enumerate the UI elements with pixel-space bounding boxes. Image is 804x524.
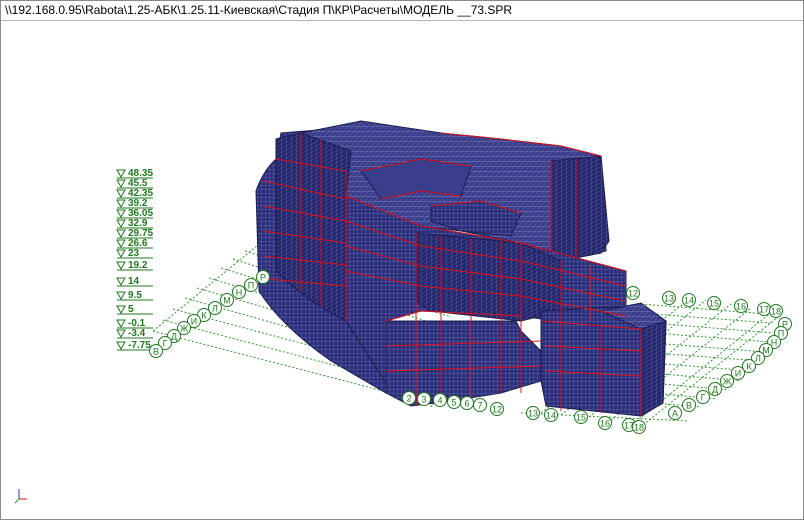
level-label: 5 xyxy=(128,304,134,315)
axis-number-top: 17 xyxy=(759,305,769,315)
model-scene[interactable]: 48.3545.542.3539.236.0532.929.7526.62319… xyxy=(1,21,803,519)
axis-letter-left: В xyxy=(153,347,159,357)
level-label: -3.4 xyxy=(128,328,146,339)
axis-number-front: 7 xyxy=(477,401,482,411)
axis-letter-left: Ж xyxy=(180,324,189,334)
axis-number-top: 12 xyxy=(628,289,638,299)
level-triangle-icon xyxy=(116,179,126,189)
axis-number-top: 13 xyxy=(664,294,674,304)
level-triangle-icon xyxy=(116,249,126,259)
axis-number-top: 14 xyxy=(684,296,694,306)
level-triangle-icon xyxy=(116,291,126,301)
axis-letter-right: И xyxy=(735,369,741,379)
axis-letter-left: Л xyxy=(212,304,218,314)
axis-number-front: 14 xyxy=(546,411,556,421)
axis-letter-left: М xyxy=(223,296,231,306)
axis-number-front: 6 xyxy=(464,399,469,409)
level-triangle-icon xyxy=(116,169,126,179)
building-model[interactable] xyxy=(255,120,668,417)
axis-letter-left: Д xyxy=(171,332,177,342)
axis-letter-right: Д xyxy=(712,385,718,395)
axis-number-top: 16 xyxy=(736,302,746,312)
axis-number-front: 15 xyxy=(576,413,586,423)
axis-number-front: 18 xyxy=(634,423,644,433)
axis-letter-left: Н xyxy=(236,288,243,298)
axis-letter-right: Ж xyxy=(723,377,732,387)
axis-number-front: 3 xyxy=(421,395,426,405)
level-triangle-icon xyxy=(116,319,126,329)
axis-letter-right: А xyxy=(672,409,678,419)
level-triangle-icon xyxy=(116,209,126,219)
axis-letter-left: И xyxy=(191,317,197,327)
axis-letter-left: К xyxy=(201,311,207,321)
level-triangle-icon xyxy=(116,189,126,199)
xyz-axis-triad-icon xyxy=(14,489,27,504)
level-label: 19.2 xyxy=(128,260,148,271)
axis-number-top: 15 xyxy=(709,299,719,309)
level-triangle-icon xyxy=(116,329,126,339)
axis-letter-left: Г xyxy=(163,339,168,349)
model-window: \\192.168.0.95\Rabota\1.25-АБК\1.25.11-К… xyxy=(0,0,804,520)
title-bar: \\192.168.0.95\Rabota\1.25-АБК\1.25.11-К… xyxy=(1,1,803,21)
level-triangle-icon xyxy=(116,239,126,249)
level-label: -7.75 xyxy=(128,340,151,351)
axis-number-front: 4 xyxy=(437,396,442,406)
level-triangle-icon xyxy=(116,219,126,229)
level-triangle-icon xyxy=(116,229,126,239)
axis-letter-right: Г xyxy=(701,393,706,403)
axis-letter-right: К xyxy=(746,362,752,372)
model-viewport[interactable]: 48.35 45.5 42.35 39.2 36.05 32.9 29.75 26.6 23 19… xyxy=(1,21,803,519)
level-triangle-icon xyxy=(116,199,126,209)
axis-number-front: 13 xyxy=(528,409,538,419)
level-label: 14 xyxy=(128,276,140,287)
level-triangle-icon xyxy=(116,277,126,287)
level-triangle-icon xyxy=(116,261,126,271)
axis-number-front: 2 xyxy=(406,394,411,404)
axis-letter-left: П xyxy=(248,281,254,291)
axis-letter-right: В xyxy=(686,401,692,411)
level-triangle-icon xyxy=(116,305,126,315)
axis-letter-right: Л xyxy=(755,354,761,364)
axis-number-front: 12 xyxy=(492,405,502,415)
level-label: 9.5 xyxy=(128,290,142,301)
axis-number-top: 18 xyxy=(771,307,781,317)
level-triangle-icon xyxy=(116,341,126,351)
axis-number-front: 16 xyxy=(600,419,610,429)
level-markers: 48.3545.542.3539.236.0532.929.7526.62319… xyxy=(116,168,153,351)
axis-number-front: 5 xyxy=(451,398,456,408)
window-title: \\192.168.0.95\Rabota\1.25-АБК\1.25.11-К… xyxy=(5,3,513,17)
axis-letter-left: Р xyxy=(260,273,266,283)
level-label: 23 xyxy=(128,248,140,259)
